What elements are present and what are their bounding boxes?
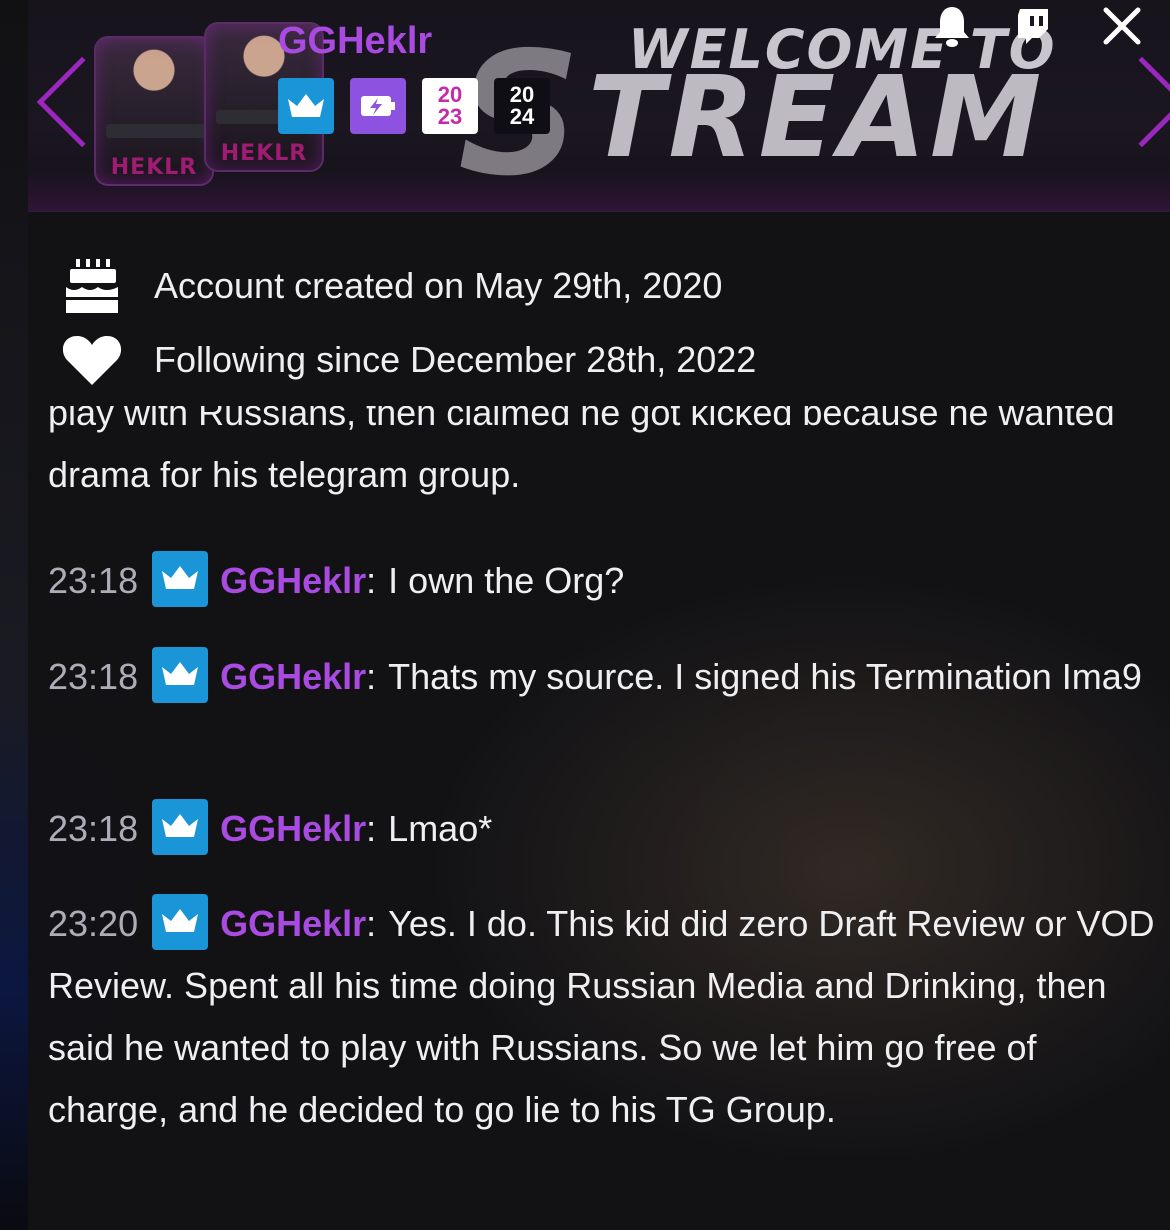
year-2023-badge[interactable]: 20 23 xyxy=(422,78,478,134)
account-created-text: Account created on May 29th, 2020 xyxy=(154,265,723,306)
banner-glow xyxy=(28,171,1170,211)
profile-username[interactable]: GGHeklr xyxy=(278,20,432,63)
following-since-row: Following since December 28th, 2022 xyxy=(60,330,756,390)
banner-stream-text: TREAM xyxy=(588,53,1046,183)
header-actions xyxy=(928,4,1170,54)
chevron-right-decoration xyxy=(1096,56,1170,148)
following-since-text: Following since December 28th, 2022 xyxy=(154,339,757,380)
avatar-logo-text: HEKLR xyxy=(220,141,308,166)
badge-year-line: 24 xyxy=(509,104,535,129)
chat-message: 23:18 GGHeklr: I own the Org? xyxy=(48,550,1158,612)
avatar-rifle xyxy=(106,124,206,138)
message-text: Yes. I do. This kid did zero Draft Revie… xyxy=(48,903,1155,1130)
bell-icon[interactable] xyxy=(930,4,974,48)
background-edge xyxy=(0,0,28,1230)
chat-scroll-area[interactable]: play with Russians, then claimed he got … xyxy=(48,406,1158,518)
message-username[interactable]: GGHeklr xyxy=(220,903,366,944)
badge-year-line: 23 xyxy=(437,104,463,129)
message-username[interactable]: GGHeklr xyxy=(220,656,366,697)
avatar: HEKLR xyxy=(94,36,214,186)
message-timestamp: 23:18 xyxy=(48,560,139,601)
badge-list: 20 23 20 24 xyxy=(278,78,550,134)
message-separator: : xyxy=(366,808,377,849)
message-timestamp: 23:18 xyxy=(48,808,139,849)
crown-badge-icon[interactable] xyxy=(152,551,209,608)
user-card: S WELCOME TO TREAM HEKLR HEKLR GGHeklr xyxy=(28,0,1170,1230)
crown-badge-icon[interactable] xyxy=(152,894,209,951)
message-separator: : xyxy=(366,560,377,601)
chat-message: 23:18 GGHeklr: Lmao* xyxy=(48,798,1158,860)
chat-message-partial: play with Russians, then claimed he got … xyxy=(48,406,1115,495)
close-icon[interactable] xyxy=(1100,4,1144,48)
message-text: Thats my source. I signed his Terminatio… xyxy=(388,656,1142,697)
message-text: I own the Org? xyxy=(388,560,625,601)
message-timestamp: 23:18 xyxy=(48,656,139,697)
message-separator: : xyxy=(366,903,377,944)
twitch-icon[interactable] xyxy=(1010,4,1054,48)
badge-year-line: 20 xyxy=(437,82,463,107)
page: S WELCOME TO TREAM HEKLR HEKLR GGHeklr xyxy=(0,0,1170,1230)
crown-badge-icon[interactable] xyxy=(152,799,209,856)
profile-banner: S WELCOME TO TREAM HEKLR HEKLR GGHeklr xyxy=(28,0,1170,212)
prime-badge-icon[interactable] xyxy=(350,78,406,134)
message-timestamp: 23:20 xyxy=(48,903,139,944)
crown-badge-icon[interactable] xyxy=(278,78,334,134)
chat-message: 23:18 GGHeklr: Thats my source. I signed h… xyxy=(48,646,1158,708)
message-text: Lmao* xyxy=(388,808,493,849)
chat-message: 23:20 GGHeklr: Yes. I do. This kid did zer… xyxy=(48,893,1158,1141)
message-separator: : xyxy=(366,656,377,697)
crown-badge-icon[interactable] xyxy=(152,647,209,704)
heart-icon xyxy=(60,328,124,392)
message-username[interactable]: GGHeklr xyxy=(220,808,366,849)
message-username[interactable]: GGHeklr xyxy=(220,560,366,601)
badge-year-line: 20 xyxy=(509,82,535,107)
account-created-row: Account created on May 29th, 2020 xyxy=(60,256,722,316)
cake-icon xyxy=(60,254,124,318)
year-2024-badge[interactable]: 20 24 xyxy=(494,78,550,134)
